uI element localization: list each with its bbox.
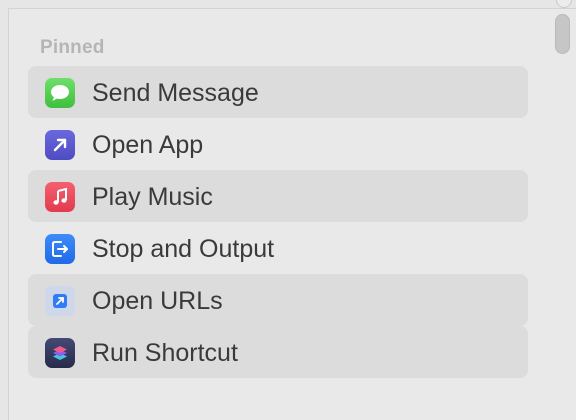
action-stop-and-output[interactable]: Stop and Output <box>28 222 528 274</box>
link-arrow-icon <box>45 286 75 316</box>
action-label: Open App <box>92 131 204 159</box>
window-control-icon[interactable] <box>556 0 572 8</box>
action-play-music[interactable]: Play Music <box>28 170 528 222</box>
action-open-urls[interactable]: Open URLs <box>28 274 528 326</box>
action-open-app[interactable]: Open App <box>28 118 528 170</box>
action-run-shortcut[interactable]: Run Shortcut <box>28 326 528 378</box>
action-label: Play Music <box>92 183 213 211</box>
arrow-up-right-icon <box>45 130 75 160</box>
shortcuts-icon <box>45 338 75 368</box>
action-label: Run Shortcut <box>92 339 238 367</box>
exit-output-icon <box>45 234 75 264</box>
actions-panel: Pinned Send Message Open App Play Music … <box>0 0 576 420</box>
music-note-icon <box>45 182 75 212</box>
message-bubble-icon <box>45 78 75 108</box>
pinned-actions-list: Send Message Open App Play Music Stop an… <box>28 66 528 378</box>
top-divider <box>8 0 576 9</box>
action-label: Stop and Output <box>92 235 275 263</box>
vertical-scrollbar[interactable] <box>555 14 570 54</box>
action-send-message[interactable]: Send Message <box>28 66 528 118</box>
pinned-section-header: Pinned <box>40 37 105 58</box>
action-label: Send Message <box>92 79 259 107</box>
action-label: Open URLs <box>92 287 223 315</box>
panel-divider <box>0 0 9 420</box>
